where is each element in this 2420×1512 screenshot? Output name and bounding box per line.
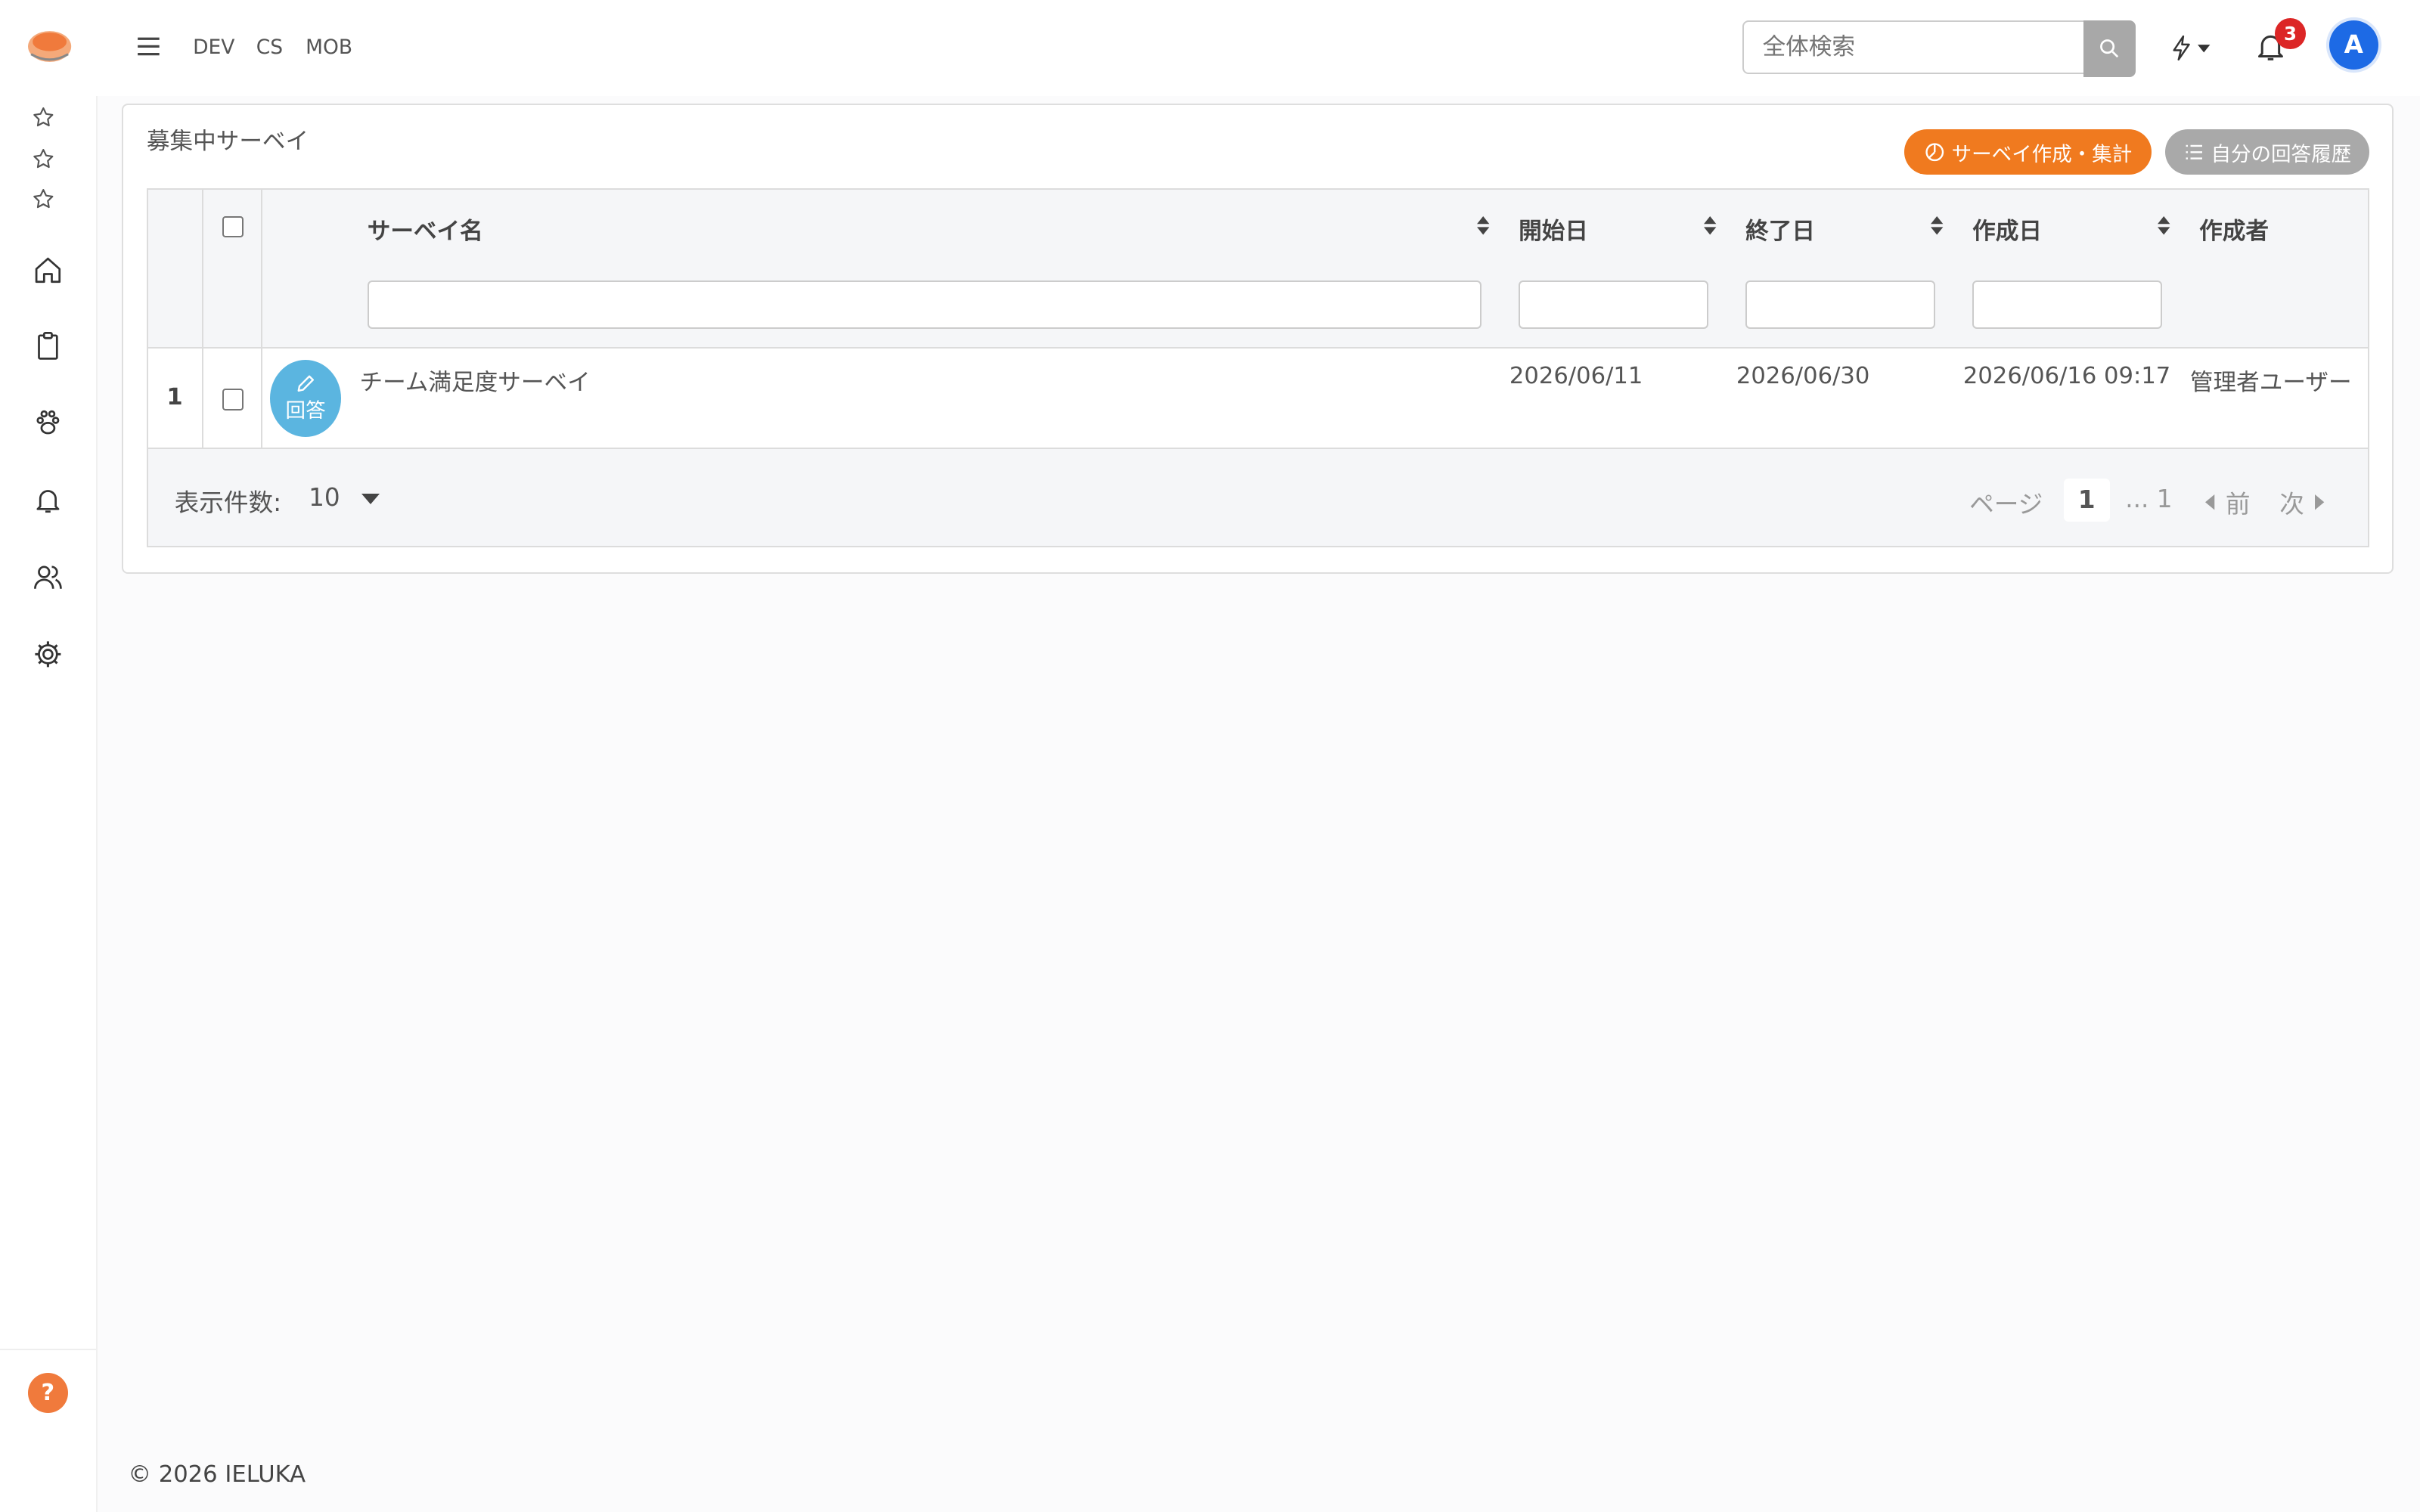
page-title: 募集中サーベイ [146,129,309,156]
next-page-button[interactable]: 次 [2279,485,2325,520]
bell-icon[interactable] [26,479,70,522]
filter-created-date-input[interactable] [1972,280,2163,329]
clipboard-icon[interactable] [26,324,70,367]
create-survey-label: サーベイ作成・集計 [1951,142,2133,166]
lightning-icon [2173,35,2191,60]
copyright: © 2026 IELUKA [128,1461,306,1488]
favorite-star-icon-1[interactable] [28,102,59,133]
end-date-cell: 2026/06/30 [1736,362,1870,389]
env-link-mob[interactable]: MOB [306,36,352,59]
search-button[interactable] [2083,20,2136,78]
quick-action-dropdown[interactable] [2168,29,2220,67]
column-header-survey-name[interactable]: サーベイ名 [368,212,483,246]
caret-left-icon [2205,494,2215,510]
help-button[interactable]: ? [27,1373,68,1414]
column-header-author[interactable]: 作成者 [2199,212,2269,246]
column-header-start-date[interactable]: 開始日 [1519,212,1588,246]
sort-icon[interactable] [1702,215,1717,237]
select-all-checkbox[interactable] [222,215,244,238]
sort-icon[interactable] [1929,215,1944,237]
next-label: 次 [2279,489,2304,519]
column-header-created-date[interactable]: 作成日 [1972,212,2042,246]
column-divider [202,190,204,448]
hamburger-menu-icon[interactable] [133,31,164,62]
users-icon[interactable] [26,556,70,599]
start-date-cell: 2026/06/11 [1509,362,1643,389]
caret-down-icon [2198,45,2211,53]
sort-icon[interactable] [1475,215,1491,237]
home-icon[interactable] [26,249,70,292]
pencil-icon [297,375,314,392]
list-icon [2186,144,2202,160]
create-survey-button[interactable]: サーベイ作成・集計 [1904,129,2152,175]
global-search-input[interactable] [1742,20,2086,74]
per-page-select[interactable]: 10 [309,483,340,512]
answer-label: 回答 [285,399,326,423]
paw-icon[interactable] [26,401,70,445]
app-logo[interactable] [26,28,73,65]
author-cell: 管理者ユーザー [2189,369,2352,396]
filter-start-date-input[interactable] [1519,280,1709,329]
favorite-star-icon-3[interactable] [28,184,59,215]
sort-icon[interactable] [2156,215,2171,237]
prev-page-button[interactable]: 前 [2204,485,2250,520]
created-date-cell: 2026/06/16 09:17 [1962,362,2171,389]
env-link-cs[interactable]: CS [256,36,283,59]
search-icon [2100,39,2119,58]
answer-survey-button[interactable]: 回答 [270,359,342,437]
row-number: 1 [166,384,183,411]
user-avatar[interactable]: A [2328,20,2378,70]
current-page-input[interactable]: 1 [2063,478,2110,522]
caret-right-icon [2315,494,2325,510]
sidebar-divider [0,1348,96,1350]
per-page-label: 表示件数: [174,488,282,517]
prev-label: 前 [2225,489,2251,519]
column-header-end-date[interactable]: 終了日 [1745,212,1815,246]
per-page-caret-icon[interactable] [361,494,380,504]
favorite-star-icon-2[interactable] [28,144,59,175]
answer-history-button[interactable]: 自分の回答履歴 [2165,129,2369,175]
left-sidebar: ? [0,0,98,1512]
chart-pie-icon [1925,143,1944,161]
page-label: ページ [1969,489,2043,519]
column-divider [260,190,262,448]
total-pages: ... 1 [2125,484,2173,513]
row-checkbox[interactable] [222,389,244,411]
notification-count-badge: 3 [2275,18,2306,50]
filter-end-date-input[interactable] [1745,280,1936,329]
answer-history-label: 自分の回答履歴 [2211,142,2352,166]
gear-icon[interactable] [26,633,70,676]
env-link-dev[interactable]: DEV [193,36,234,59]
filter-survey-name-input[interactable] [367,280,1482,329]
survey-name-cell[interactable]: チーム満足度サーベイ [360,363,591,397]
